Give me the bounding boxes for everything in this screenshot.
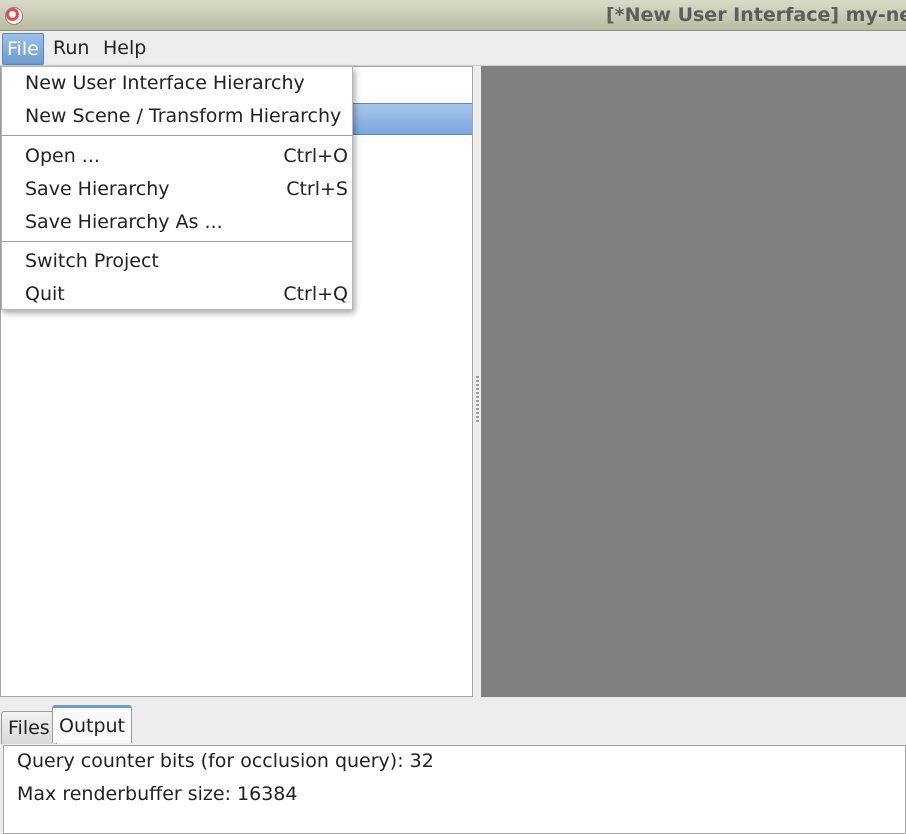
panel-splitter[interactable]: [474, 66, 481, 697]
menu-item-shortcut: Ctrl+S: [286, 178, 348, 200]
menu-separator: [2, 135, 352, 136]
menu-item-new-scene-hierarchy[interactable]: New Scene / Transform Hierarchy: [2, 100, 352, 133]
tab-output[interactable]: Output: [52, 705, 132, 743]
bottom-tab-bar: Files Output: [0, 703, 906, 745]
menu-item-save-hierarchy-as[interactable]: Save Hierarchy As ...: [2, 206, 352, 239]
menu-item-label: New User Interface Hierarchy: [25, 72, 305, 94]
menu-item-label: Save Hierarchy: [25, 178, 170, 200]
menu-item-label: Save Hierarchy As ...: [25, 211, 223, 233]
menu-item-quit[interactable]: Quit Ctrl+Q: [2, 278, 352, 311]
menu-item-switch-project[interactable]: Switch Project: [2, 245, 352, 278]
tab-files[interactable]: Files: [1, 711, 57, 744]
menu-item-shortcut: Ctrl+O: [283, 145, 348, 167]
title-bar: [*New User Interface] my-ne: [0, 0, 906, 31]
menu-item-open[interactable]: Open ... Ctrl+O: [2, 140, 352, 173]
menu-item-save-hierarchy[interactable]: Save Hierarchy Ctrl+S: [2, 173, 352, 206]
file-menu-dropdown: New User Interface Hierarchy New Scene /…: [1, 66, 353, 310]
scene-viewport[interactable]: [481, 66, 906, 697]
menu-run[interactable]: Run: [49, 33, 93, 63]
menu-bar: File Run Help: [0, 31, 906, 66]
menu-item-shortcut: Ctrl+Q: [283, 283, 348, 305]
menu-help[interactable]: Help: [99, 33, 150, 63]
output-console: Query counter bits (for occlusion query)…: [3, 745, 906, 834]
window-title: [*New User Interface] my-ne: [606, 4, 906, 26]
menu-file[interactable]: File: [2, 33, 44, 65]
menu-item-label: Switch Project: [25, 250, 159, 272]
output-line: Max renderbuffer size: 16384: [17, 783, 298, 805]
app-icon: [5, 7, 23, 25]
splitter-grip-icon[interactable]: [476, 376, 479, 422]
menu-item-label: Open ...: [25, 145, 100, 167]
output-line: Query counter bits (for occlusion query)…: [17, 750, 434, 772]
menu-item-label: New Scene / Transform Hierarchy: [25, 105, 342, 127]
menu-separator: [2, 241, 352, 242]
menu-item-label: Quit: [25, 283, 65, 305]
menu-item-new-ui-hierarchy[interactable]: New User Interface Hierarchy: [2, 67, 352, 100]
